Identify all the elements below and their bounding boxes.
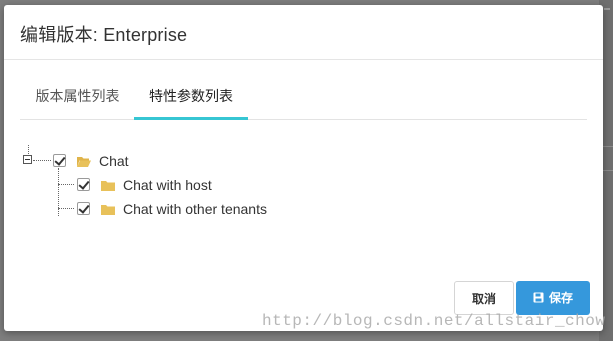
tree-connector [33,160,51,161]
collapse-toggle[interactable] [23,155,32,164]
chat-checkbox[interactable] [53,154,66,167]
background-close-icon [604,8,610,10]
feature-tree: Chat Chat with host Chat with other tena… [20,145,420,235]
cancel-button[interactable]: 取消 [454,281,514,315]
watermark: http://blog.csdn.net/allstair_chow [262,312,606,330]
folder-icon [101,181,115,191]
tab-edition-properties[interactable]: 版本属性列表 [20,79,135,119]
tree-connector [58,208,74,209]
tree-connector [28,145,29,154]
folder-icon [101,205,115,215]
save-icon [533,292,544,303]
modal-header: 编辑版本: Enterprise [4,5,603,60]
tab-bar: 版本属性列表 特性参数列表 [20,79,587,120]
tree-node-label-chat[interactable]: Chat [99,153,129,169]
tree-connector [58,184,74,185]
tree-node-label-chat-with-host[interactable]: Chat with host [123,177,212,193]
modal-title: 编辑版本: Enterprise [20,25,188,45]
tree-node-label-chat-with-other-tenants[interactable]: Chat with other tenants [123,201,267,217]
tab-feature-parameters[interactable]: 特性参数列表 [134,79,248,120]
edit-edition-modal: 编辑版本: Enterprise 版本属性列表 特性参数列表 Chat Chat… [4,5,603,331]
chat-with-other-tenants-checkbox[interactable] [77,202,90,215]
chat-with-host-checkbox[interactable] [77,178,90,191]
cancel-button-label: 取消 [471,292,496,306]
folder-open-icon [77,157,91,167]
save-button-label: 保存 [548,291,573,305]
save-button[interactable]: 保存 [516,281,590,315]
